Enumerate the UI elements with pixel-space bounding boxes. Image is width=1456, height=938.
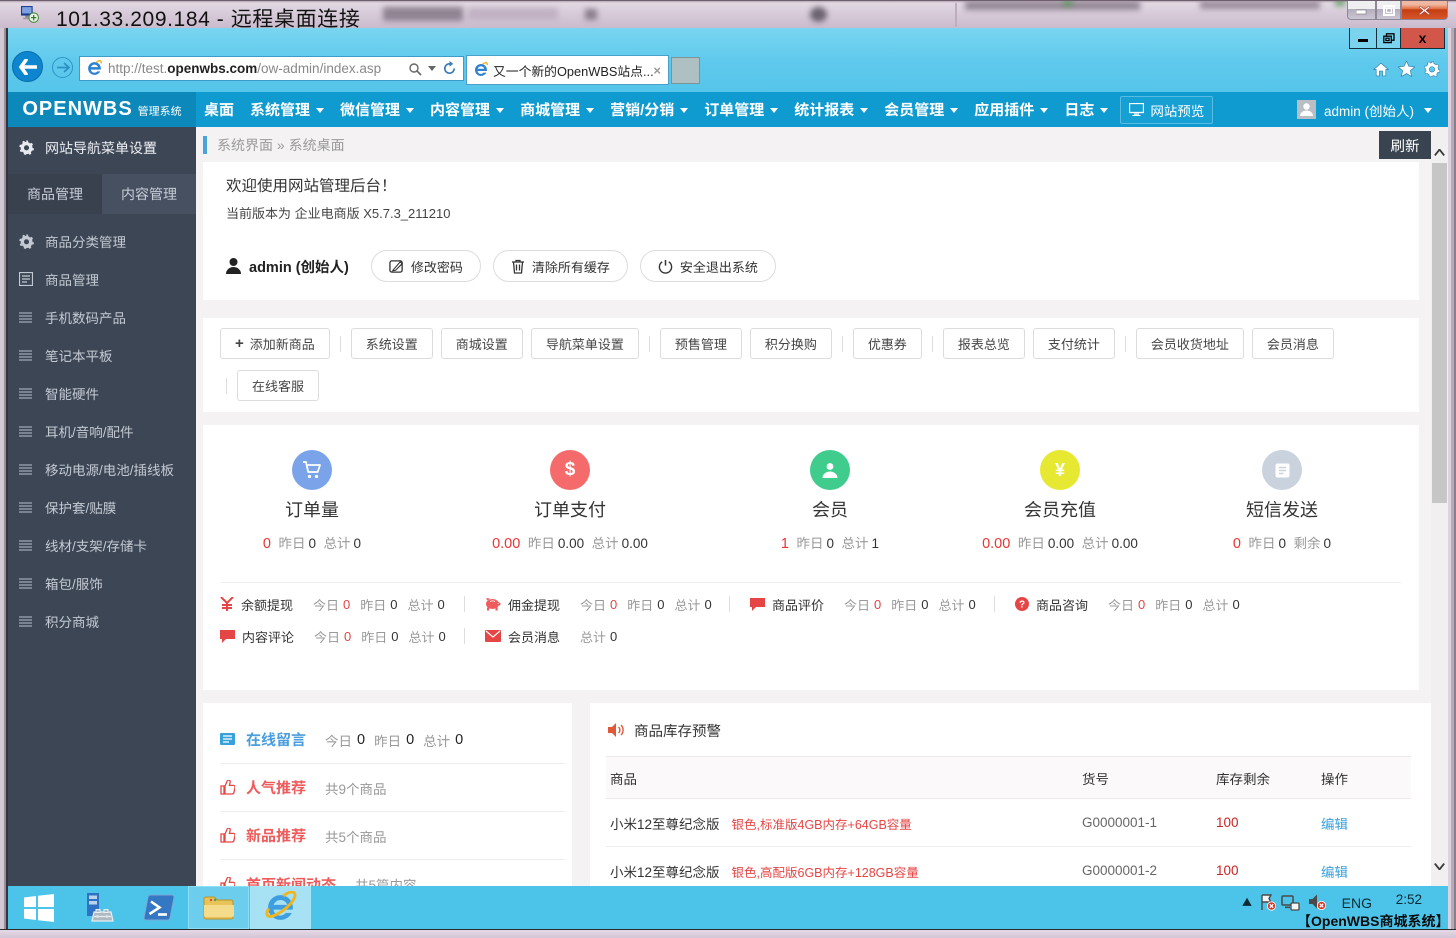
svg-text:?: ? xyxy=(1019,600,1025,611)
